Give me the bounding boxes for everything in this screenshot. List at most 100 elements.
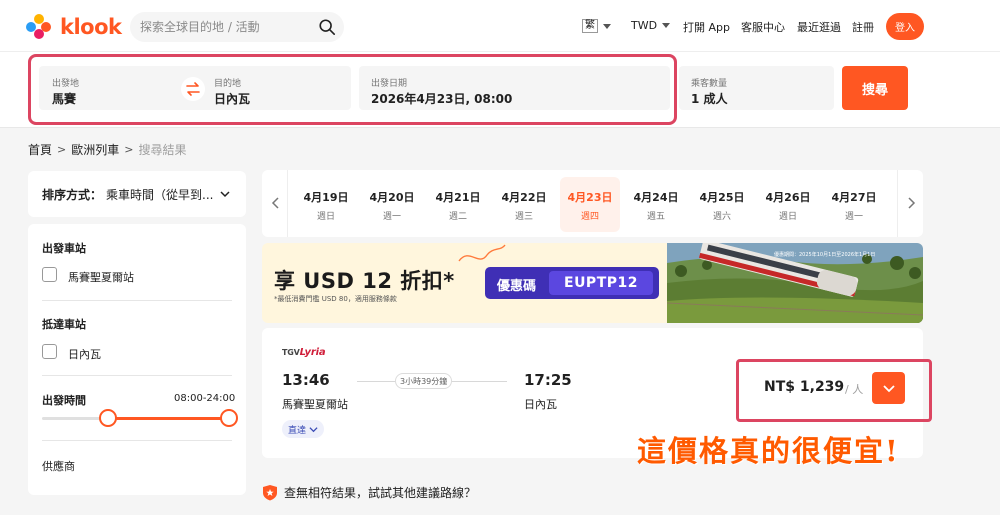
- departure-time: 13:46: [282, 371, 330, 389]
- date-option[interactable]: 4月19日週日: [296, 177, 356, 232]
- date-option[interactable]: 4月26日週日: [758, 177, 818, 232]
- slider-start-handle[interactable]: [99, 409, 118, 427]
- search-button[interactable]: 搜尋: [842, 66, 908, 110]
- weekday-label: 週三: [514, 212, 533, 222]
- sort-label: 排序方式：: [42, 187, 103, 202]
- language-selector[interactable]: 繁: [582, 19, 611, 33]
- login-button[interactable]: 登入: [886, 13, 924, 40]
- search-input[interactable]: [140, 20, 310, 34]
- date-option[interactable]: 4月20日週一: [362, 177, 422, 232]
- date-label: 4月26日: [765, 191, 811, 204]
- filter-panel: 出發車站 馬賽聖夏爾站 抵達車站 日內瓦 出發時間 08:00-24:00 供應…: [28, 224, 246, 495]
- weekday-label: 週四: [580, 212, 599, 222]
- date-label: 4月20日: [369, 191, 415, 204]
- departure-station-checkbox[interactable]: [42, 267, 57, 282]
- operator-prefix: TGV: [282, 348, 300, 357]
- chevron-down-icon: [309, 426, 318, 432]
- passenger-field[interactable]: 乘客數量 1 成人: [679, 66, 834, 110]
- chevron-right-icon: >: [57, 143, 67, 156]
- departure-time-slider[interactable]: [42, 417, 232, 420]
- date-label: 4月22日: [501, 191, 547, 204]
- price-highlight-frame: [736, 359, 932, 422]
- divider: [42, 440, 232, 441]
- coupon-badge[interactable]: 優惠碼 EUPTP12: [485, 267, 659, 299]
- direct-train-tag[interactable]: 直達: [282, 420, 325, 438]
- divider: [897, 170, 898, 237]
- promo-subtitle: *最低消費門檻 USD 80，適用服務條款: [274, 295, 397, 303]
- chevron-right-icon: >: [124, 143, 134, 156]
- breadcrumb-home[interactable]: 首頁: [28, 141, 52, 158]
- date-option[interactable]: 4月24日週五: [626, 177, 686, 232]
- departure-station-title: 出發車站: [42, 242, 86, 255]
- operator-logo: TGVLyria: [282, 347, 326, 358]
- breadcrumb: 首頁 > 歐洲列車 > 搜尋結果: [28, 141, 186, 158]
- arrival-time: 17:25: [524, 371, 572, 389]
- global-search-box[interactable]: [130, 12, 344, 42]
- divider: [42, 375, 232, 376]
- departure-station: 馬賽聖夏爾站: [282, 398, 348, 411]
- currency-selector[interactable]: TWD: [631, 19, 671, 32]
- search-icon[interactable]: [318, 18, 336, 36]
- handwritten-annotation: 這價格真的很便宜!: [637, 434, 900, 468]
- breadcrumb-current: 搜尋結果: [138, 143, 187, 157]
- coupon-code: EUPTP12: [549, 271, 653, 295]
- weekday-label: 週一: [382, 212, 401, 222]
- signup-link[interactable]: 註冊: [852, 19, 874, 35]
- direct-train-label: 直達: [288, 425, 307, 436]
- sort-value: 乘車時間（從早到...: [106, 187, 214, 202]
- weekday-label: 週二: [448, 212, 467, 222]
- weekday-label: 週五: [646, 212, 665, 222]
- chevron-down-icon: [662, 23, 671, 28]
- promo-banner[interactable]: 享 USD 12 折扣* *最低消費門檻 USD 80，適用服務條款 優惠碼 E…: [262, 243, 923, 323]
- brand-name: klook: [60, 15, 122, 39]
- weekday-label: 週日: [778, 212, 797, 222]
- duration-badge: 3小時39分鐘: [395, 373, 453, 389]
- chevron-left-icon[interactable]: [267, 194, 285, 212]
- arrival-station: 日內瓦: [524, 398, 557, 411]
- arrival-station-checkbox[interactable]: [42, 344, 57, 359]
- customer-service-link[interactable]: 客服中心: [741, 19, 785, 35]
- language-value: 繁: [582, 19, 598, 33]
- arrival-station-option[interactable]: 日內瓦: [68, 346, 101, 362]
- date-label: 4月27日: [831, 191, 877, 204]
- search-form-highlight-frame: [28, 54, 677, 125]
- coupon-label: 優惠碼: [497, 279, 537, 294]
- klook-logo-icon: [26, 14, 54, 40]
- no-match-note: 查無相符結果，試試其他建議路線？: [262, 484, 476, 501]
- top-nav-bar: klook 繁 TWD 打開 App 客服中心 最近逛過 註冊 登入: [0, 0, 1000, 52]
- date-label: 4月23日: [567, 191, 613, 204]
- date-option[interactable]: 4月21日 週二: [428, 177, 488, 232]
- operator-brand: Lyria: [299, 347, 326, 358]
- arrival-station-title: 抵達車站: [42, 318, 86, 331]
- date-label: 4月25日: [699, 191, 745, 204]
- promo-period: 優惠期間：2025年10月1日至2026年1月1日: [774, 252, 876, 258]
- date-option[interactable]: 4月25日週六: [692, 177, 752, 232]
- divider: [42, 300, 232, 301]
- departure-time-title: 出發時間: [42, 394, 86, 407]
- passenger-value: 1 成人: [691, 92, 728, 106]
- weekday-label: 週六: [712, 212, 731, 222]
- date-label: 4月19日: [303, 191, 349, 204]
- date-selector-strip: 4月19日 週日 4月20日 週一 4月21日 週二 4月22日 週三 4月23日 週四 4月24日…: [262, 170, 923, 237]
- chevron-down-icon: [220, 191, 230, 198]
- departure-time-range: 08:00-24:00: [174, 393, 236, 404]
- klook-logo[interactable]: klook: [26, 14, 122, 40]
- date-option[interactable]: 4月23日週四: [560, 177, 620, 232]
- sort-dropdown[interactable]: 排序方式： 乘車時間（從早到...: [28, 171, 246, 217]
- decorative-swirl: [458, 244, 506, 262]
- passenger-label: 乘客數量: [691, 79, 728, 89]
- chevron-right-icon[interactable]: [902, 194, 920, 212]
- chevron-down-icon: [603, 23, 611, 29]
- date-option[interactable]: 4月22日週三: [494, 177, 554, 232]
- weekday-label: 週日: [316, 212, 335, 222]
- slider-end-handle[interactable]: [220, 409, 238, 427]
- date-label: 4月24日: [633, 191, 679, 204]
- slider-fill: [105, 417, 232, 420]
- open-app-link[interactable]: 打開 App: [683, 19, 730, 35]
- recently-viewed-link[interactable]: 最近逛過: [797, 19, 841, 35]
- departure-station-option[interactable]: 馬賽聖夏爾站: [68, 269, 134, 285]
- supplier-title[interactable]: 供應商: [42, 458, 75, 474]
- breadcrumb-europe-rail[interactable]: 歐洲列車: [71, 141, 119, 158]
- shield-star-icon: [263, 485, 277, 501]
- date-option[interactable]: 4月27日 週一: [824, 177, 884, 232]
